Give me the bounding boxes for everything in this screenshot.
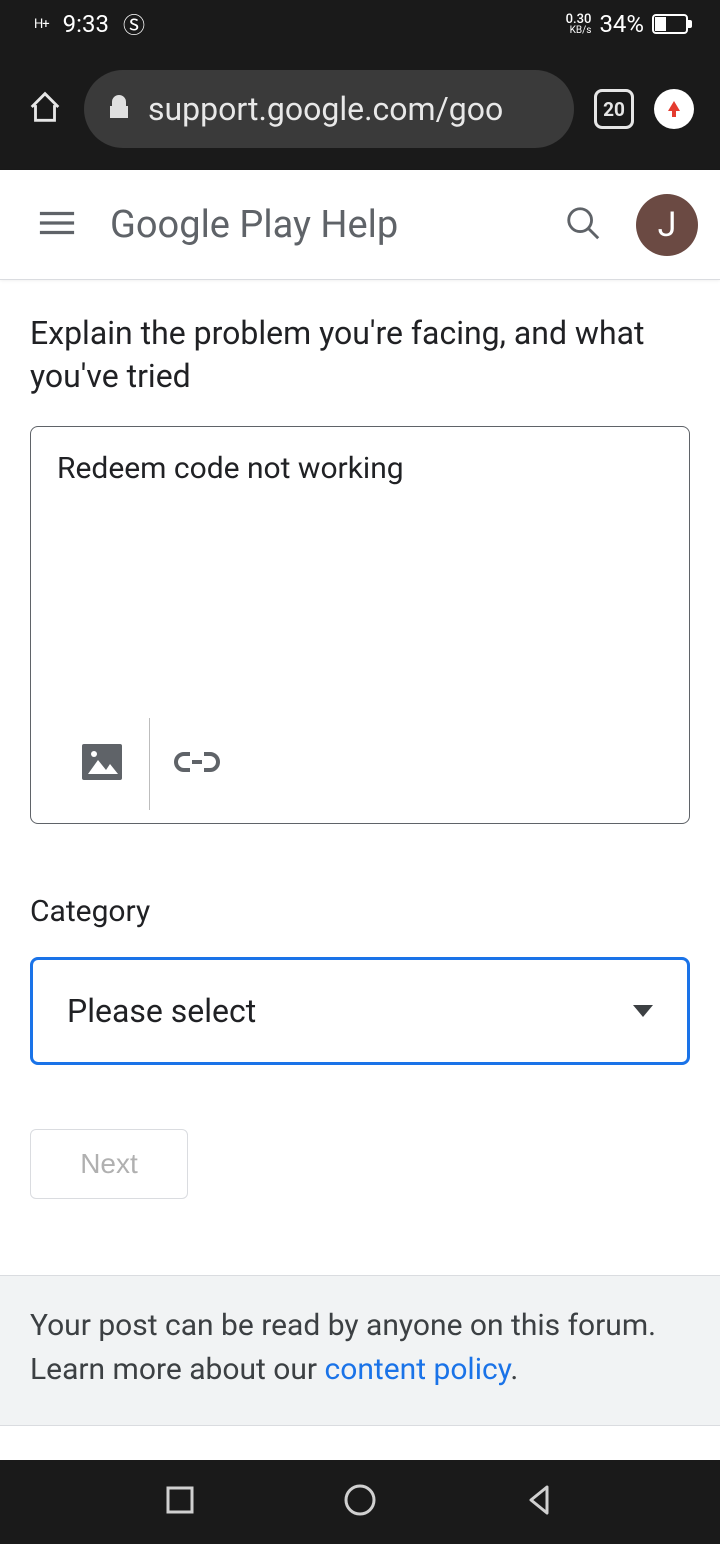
browser-bar: support.google.com/goo 20: [0, 48, 720, 170]
status-right: 0.30 KB/s 34%: [566, 10, 688, 38]
status-left: H+ 9:33 Ⓢ: [34, 8, 145, 40]
status-bar: H+ 9:33 Ⓢ 0.30 KB/s 34%: [0, 0, 720, 48]
recents-button[interactable]: [163, 1483, 197, 1521]
dnd-icon: Ⓢ: [123, 8, 145, 40]
home-icon[interactable]: [26, 88, 64, 130]
content-notice: Your post can be read by anyone on this …: [0, 1275, 720, 1426]
url-bar[interactable]: support.google.com/goo: [84, 70, 574, 148]
explain-label: Explain the problem you're facing, and w…: [30, 312, 690, 398]
system-nav-bar: [0, 1460, 720, 1544]
explain-field-wrapper: [30, 426, 690, 824]
insert-link-button[interactable]: [150, 729, 244, 799]
app-header: Google Play Help J: [0, 170, 720, 280]
data-rate: 0.30 KB/s: [566, 13, 592, 36]
next-button-label: Next: [80, 1148, 138, 1180]
image-icon: [80, 742, 124, 786]
chevron-down-icon: [633, 1005, 653, 1017]
link-icon: [172, 749, 222, 779]
avatar-initial: J: [658, 205, 677, 245]
insert-image-button[interactable]: [55, 729, 149, 799]
category-select[interactable]: Please select: [30, 957, 690, 1065]
url-text: support.google.com/goo: [148, 90, 503, 128]
editor-toolbar: [31, 705, 689, 823]
upload-indicator-icon[interactable]: [654, 89, 694, 129]
search-icon[interactable]: [564, 204, 602, 246]
notice-text-after: .: [510, 1352, 518, 1387]
category-section: Category Please select: [30, 894, 690, 1065]
main-content: Explain the problem you're facing, and w…: [0, 280, 720, 1426]
back-button[interactable]: [523, 1483, 557, 1521]
page-title: Google Play Help: [110, 203, 530, 247]
avatar[interactable]: J: [636, 194, 698, 256]
battery-icon: [652, 14, 688, 34]
battery-percentage: 34%: [599, 10, 644, 38]
menu-icon[interactable]: [38, 209, 76, 241]
content-policy-link[interactable]: content policy: [325, 1352, 511, 1387]
signal-icon: H+: [34, 18, 49, 31]
category-select-text: Please select: [67, 992, 256, 1030]
explain-textarea[interactable]: [31, 427, 689, 705]
tabs-button[interactable]: 20: [594, 89, 634, 129]
home-button[interactable]: [342, 1482, 378, 1522]
next-button[interactable]: Next: [30, 1129, 188, 1199]
tabs-count: 20: [603, 98, 625, 121]
category-label: Category: [30, 894, 690, 929]
status-time: 9:33: [63, 10, 109, 38]
lock-icon: [108, 90, 130, 128]
